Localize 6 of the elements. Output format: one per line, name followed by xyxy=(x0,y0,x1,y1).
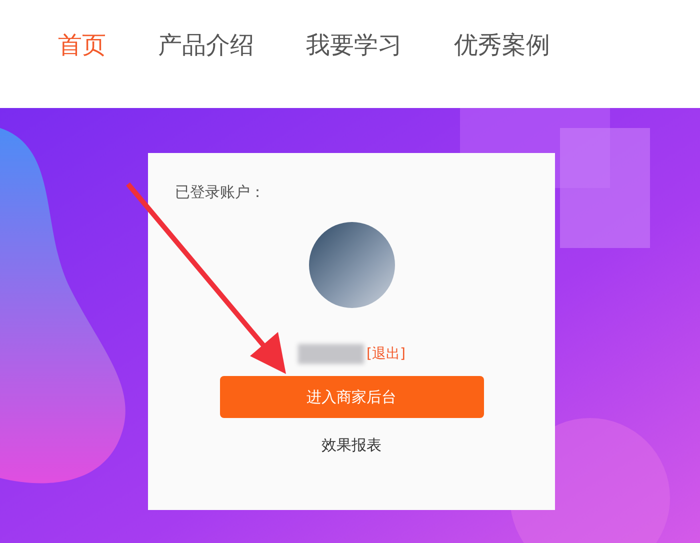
report-link[interactable]: 效果报表 xyxy=(322,436,382,455)
nav-link[interactable]: 我要学习 xyxy=(306,29,402,79)
account-label: 已登录账户： xyxy=(175,183,265,202)
nav-link[interactable]: 产品介绍 xyxy=(158,29,254,79)
username-blur xyxy=(298,344,364,364)
nav-link[interactable]: 优秀案例 xyxy=(454,29,550,79)
